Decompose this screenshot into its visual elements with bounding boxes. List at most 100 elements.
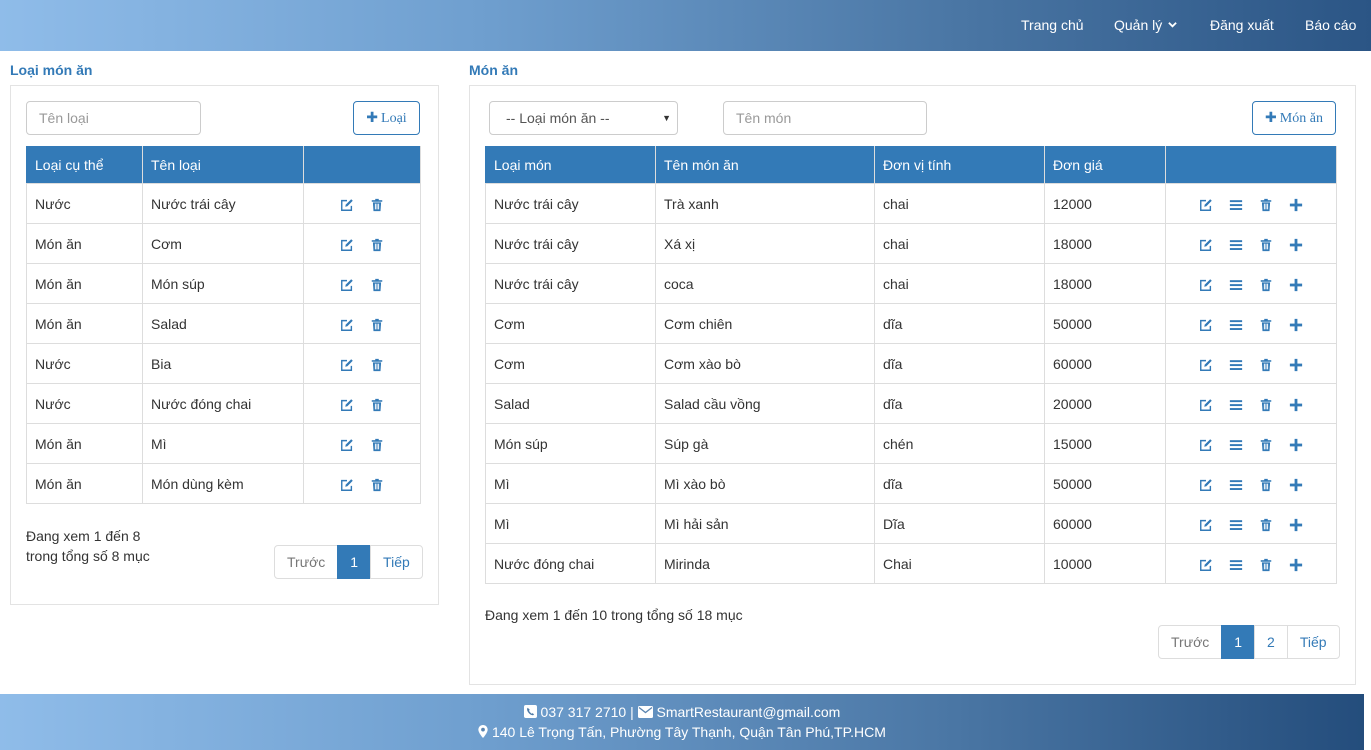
table-row: Nước Nước trái cây: [26, 183, 421, 224]
trash-icon[interactable]: [370, 398, 384, 412]
table-row: Cơm Cơm xào bò dĩa 60000: [485, 343, 1337, 384]
table-cell: 60000: [1044, 343, 1166, 384]
list-icon[interactable]: [1229, 358, 1243, 372]
row-actions: [1165, 223, 1337, 264]
list-icon[interactable]: [1229, 398, 1243, 412]
edit-icon[interactable]: [1199, 358, 1213, 372]
table-cell: Mì hải sản: [655, 503, 875, 544]
add-dish-button[interactable]: ✚ Món ăn: [1252, 101, 1336, 135]
plus-icon[interactable]: [1289, 478, 1303, 492]
dish-name-input[interactable]: [723, 101, 927, 135]
table-row: Nước Bia: [26, 343, 421, 384]
table-cell: Cơm: [142, 223, 304, 264]
nav-manage-label: Quản lý: [1114, 17, 1163, 33]
list-icon[interactable]: [1229, 278, 1243, 292]
trash-icon[interactable]: [1259, 278, 1273, 292]
plus-icon[interactable]: [1289, 398, 1303, 412]
pagination-next[interactable]: Tiếp: [1286, 625, 1340, 659]
trash-icon[interactable]: [370, 358, 384, 372]
list-icon[interactable]: [1229, 438, 1243, 452]
nav-logout-link[interactable]: Đăng xuất: [1210, 0, 1274, 51]
trash-icon[interactable]: [1259, 198, 1273, 212]
plus-icon[interactable]: [1289, 278, 1303, 292]
plus-icon[interactable]: [1289, 318, 1303, 332]
edit-icon[interactable]: [1199, 398, 1213, 412]
categories-info-line2: trong tổng số 8 mục: [26, 548, 150, 564]
pagination-page[interactable]: 2: [1254, 625, 1288, 659]
dishes-table: Loại món Tên món ăn Đơn vị tính Đơn giá Nướ…: [485, 146, 1337, 584]
table-row: Cơm Cơm chiên dĩa 50000: [485, 303, 1337, 344]
add-category-button[interactable]: ✚ Loại: [353, 101, 420, 135]
edit-icon[interactable]: [1199, 478, 1213, 492]
trash-icon[interactable]: [370, 278, 384, 292]
plus-icon[interactable]: [1289, 198, 1303, 212]
pagination-page[interactable]: 1: [337, 545, 372, 579]
column-header: [1165, 146, 1337, 184]
edit-icon[interactable]: [340, 358, 354, 372]
trash-icon[interactable]: [1259, 518, 1273, 532]
table-row: Món ăn Món dùng kèm: [26, 463, 421, 504]
column-header: [303, 146, 421, 184]
table-row: Mì Mì xào bò dĩa 50000: [485, 463, 1337, 504]
table-cell: Salad: [142, 303, 304, 344]
nav-report-link[interactable]: Báo cáo: [1305, 0, 1356, 51]
edit-icon[interactable]: [340, 238, 354, 252]
edit-icon[interactable]: [1199, 318, 1213, 332]
table-cell: Bia: [142, 343, 304, 384]
table-cell: Cơm: [485, 343, 656, 384]
trash-icon[interactable]: [1259, 238, 1273, 252]
pagination-page[interactable]: 1: [1221, 625, 1256, 659]
trash-icon[interactable]: [370, 438, 384, 452]
list-icon[interactable]: [1229, 318, 1243, 332]
edit-icon[interactable]: [1199, 518, 1213, 532]
trash-icon[interactable]: [370, 238, 384, 252]
list-icon[interactable]: [1229, 558, 1243, 572]
edit-icon[interactable]: [1199, 238, 1213, 252]
edit-icon[interactable]: [340, 478, 354, 492]
footer-email[interactable]: SmartRestaurant@gmail.com: [657, 704, 841, 720]
edit-icon[interactable]: [1199, 198, 1213, 212]
plus-icon[interactable]: [1289, 358, 1303, 372]
trash-icon[interactable]: [370, 318, 384, 332]
list-icon[interactable]: [1229, 198, 1243, 212]
pagination-prev[interactable]: Trước: [1158, 625, 1223, 659]
trash-icon[interactable]: [1259, 358, 1273, 372]
trash-icon[interactable]: [1259, 398, 1273, 412]
dishes-panel-title: Món ăn: [469, 62, 518, 78]
edit-icon[interactable]: [340, 438, 354, 452]
list-icon[interactable]: [1229, 238, 1243, 252]
plus-icon[interactable]: [1289, 558, 1303, 572]
dish-category-select[interactable]: -- Loại món ăn -- ▼: [489, 101, 678, 135]
trash-icon[interactable]: [1259, 318, 1273, 332]
list-icon[interactable]: [1229, 518, 1243, 532]
trash-icon[interactable]: [370, 478, 384, 492]
pagination-prev[interactable]: Trước: [274, 545, 339, 579]
pagination-next[interactable]: Tiếp: [370, 545, 423, 579]
nav-manage-dropdown[interactable]: Quản lý: [1114, 0, 1177, 51]
trash-icon[interactable]: [1259, 438, 1273, 452]
edit-icon[interactable]: [340, 318, 354, 332]
categories-info-line1: Đang xem 1 đến 8: [26, 528, 141, 544]
table-row: Nước đóng chai Mirinda Chai 10000: [485, 543, 1337, 584]
table-cell: Món ăn: [26, 303, 143, 344]
map-marker-icon: [478, 725, 488, 738]
edit-icon[interactable]: [340, 278, 354, 292]
footer-address-line: 140 Lê Trọng Tấn, Phường Tây Thạnh, Quận…: [0, 722, 1364, 742]
table-cell: Mì: [142, 423, 304, 464]
plus-icon[interactable]: [1289, 438, 1303, 452]
plus-icon[interactable]: [1289, 238, 1303, 252]
table-cell: Súp gà: [655, 423, 875, 464]
edit-icon[interactable]: [1199, 438, 1213, 452]
nav-home-link[interactable]: Trang chủ: [1021, 0, 1084, 51]
edit-icon[interactable]: [340, 398, 354, 412]
category-name-input[interactable]: [26, 101, 201, 135]
plus-icon[interactable]: [1289, 518, 1303, 532]
table-cell: chén: [874, 423, 1045, 464]
list-icon[interactable]: [1229, 478, 1243, 492]
trash-icon[interactable]: [1259, 478, 1273, 492]
edit-icon[interactable]: [1199, 278, 1213, 292]
trash-icon[interactable]: [1259, 558, 1273, 572]
edit-icon[interactable]: [1199, 558, 1213, 572]
trash-icon[interactable]: [370, 198, 384, 212]
edit-icon[interactable]: [340, 198, 354, 212]
